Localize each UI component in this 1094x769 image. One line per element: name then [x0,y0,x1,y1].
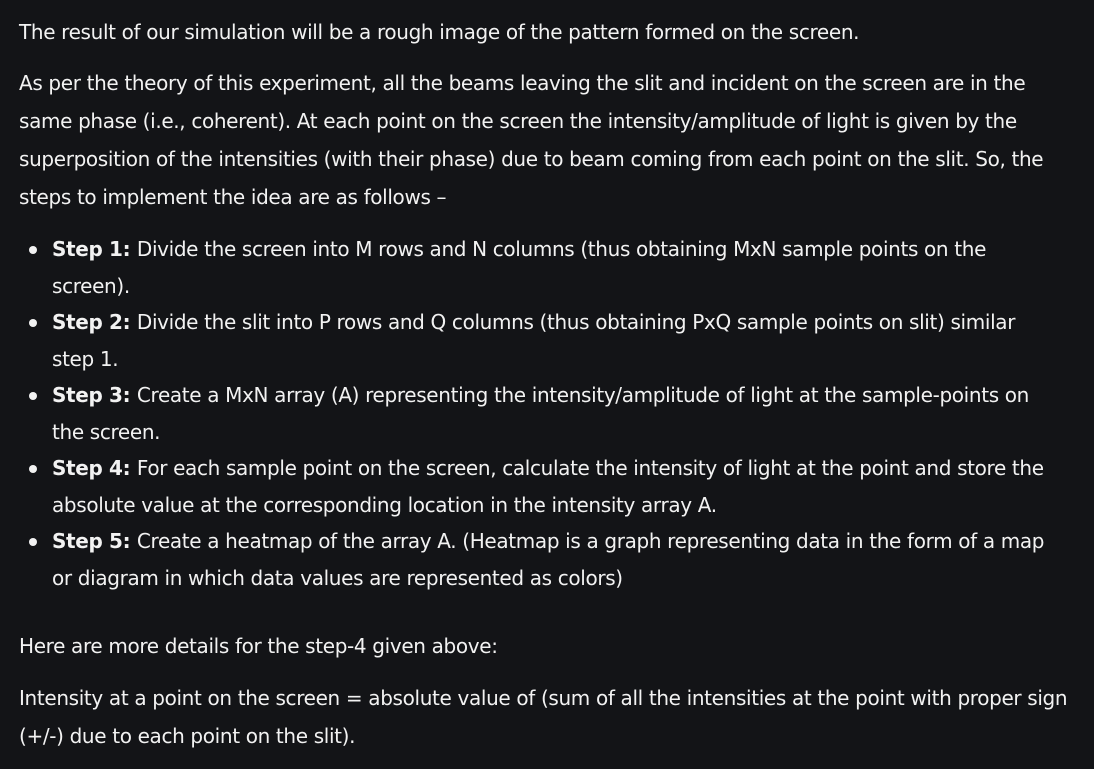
theory-paragraph: As per the theory of this experiment, al… [19,71,1044,209]
details-heading: Here are more details for the step-4 giv… [19,634,498,658]
step-text: Create a heatmap of the array A. (Heatma… [52,529,1045,590]
list-item: Step 1: Divide the screen into M rows an… [0,231,1062,304]
intro-paragraph: The result of our simulation will be a r… [19,20,860,44]
step-text: Divide the slit into P rows and Q column… [52,310,1016,371]
step-title: Step 5: [52,529,137,553]
list-item: Step 2: Divide the slit into P rows and … [0,304,1062,377]
step-title: Step 1: [52,237,137,261]
step-title: Step 3: [52,383,137,407]
step-text: Create a MxN array (A) representing the … [52,383,1029,444]
bullet-icon [29,538,37,546]
article-body: The result of our simulation will be a r… [0,0,1094,769]
step-title: Step 2: [52,310,137,334]
bullet-icon [29,319,37,327]
bullet-icon [29,246,37,254]
step-text: For each sample point on the screen, cal… [52,456,1044,517]
bullet-icon [29,465,37,473]
list-item: Step 5: Create a heatmap of the array A.… [0,523,1062,596]
step-text: Divide the screen into M rows and N colu… [52,237,987,298]
bullet-icon [29,392,37,400]
step-title: Step 4: [52,456,137,480]
list-item: Step 4: For each sample point on the scr… [0,450,1062,523]
list-item: Step 3: Create a MxN array (A) represent… [0,377,1062,450]
formula-paragraph: Intensity at a point on the screen = abs… [19,686,1068,748]
steps-list: Step 1: Divide the screen into M rows an… [0,231,1094,596]
